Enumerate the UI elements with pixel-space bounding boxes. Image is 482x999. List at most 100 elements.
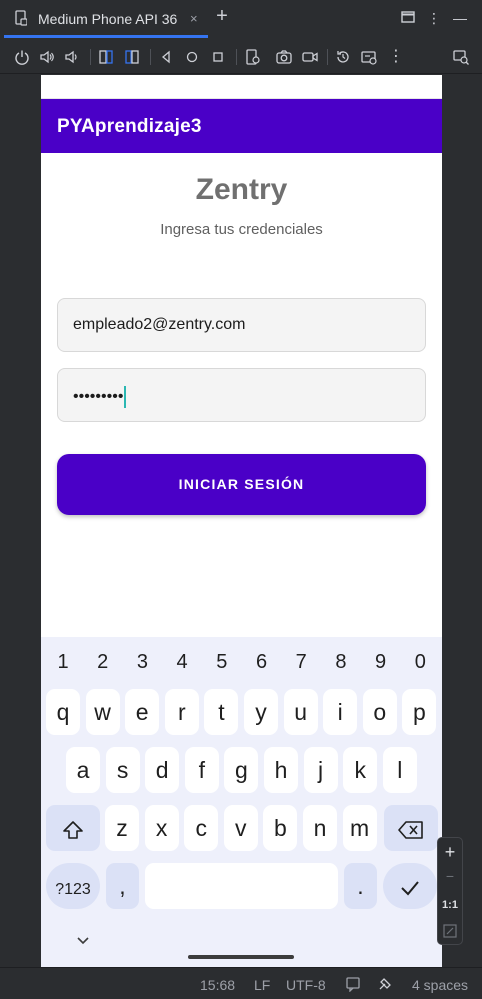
letter-key[interactable]: e [125,689,160,735]
symbols-key[interactable]: ?123 [46,863,100,909]
letter-key[interactable]: g [224,747,259,793]
number-key[interactable]: 6 [247,651,277,674]
tab-label: Medium Phone API 36 [38,11,178,27]
zoom-out-button[interactable]: − [438,868,462,884]
symbols-key-label: ?123 [55,881,91,898]
letter-key[interactable]: y [244,689,278,735]
letter-key[interactable]: o [362,689,397,735]
readonly-toggle-icon[interactable] [345,976,361,992]
comma-key[interactable]: , [106,863,139,909]
tab-medium-phone[interactable]: Medium Phone API 36 × [4,0,208,38]
new-tab-icon[interactable]: + [214,6,230,26]
fold-icon[interactable] [244,48,262,66]
app-title: PYAprendizaje3 [57,116,202,137]
ide-tab-bar: Medium Phone API 36 × + ⋮ — [0,0,482,38]
app-bar: PYAprendizaje3 [41,99,442,153]
rotate-left-icon[interactable] [97,48,115,66]
number-key[interactable]: 8 [326,651,356,674]
login-subtitle: Ingresa tus credenciales [160,221,323,238]
letter-key[interactable]: p [402,689,437,735]
password-value-wrap: ••••••••• [73,386,127,408]
letter-key[interactable]: h [264,747,298,793]
minimize-icon[interactable]: — [452,10,468,26]
zoom-in-button[interactable]: + [438,842,462,863]
shift-key[interactable] [46,805,100,851]
volume-down-icon[interactable] [63,48,81,66]
letter-key[interactable]: v [223,805,258,851]
number-key[interactable]: 7 [286,651,316,674]
volume-up-icon[interactable] [38,48,56,66]
letter-key[interactable]: n [303,805,337,851]
ide-status-bar: 15:68 LF UTF-8 4 spaces [0,967,482,999]
file-encoding[interactable]: UTF-8 [286,977,326,993]
extended-controls-icon[interactable] [360,48,378,66]
letter-key[interactable]: r [164,689,199,735]
options-icon[interactable]: ⋮ [426,10,442,26]
letter-key[interactable]: k [343,747,378,793]
device-file-icon [15,10,27,26]
number-key[interactable]: 0 [405,651,435,674]
number-key[interactable]: 9 [366,651,396,674]
soft-keyboard: 1234567890 qwertyuiop asdfghjkl zxcvbnm … [41,637,442,967]
letter-key[interactable]: u [283,689,318,735]
backspace-key[interactable] [384,805,438,851]
password-value: ••••••••• [73,388,124,406]
active-tab-indicator [4,35,208,38]
device-mirror-icon[interactable] [452,48,470,66]
password-field[interactable]: ••••••••• [57,368,426,422]
caret-position[interactable]: 15:68 [200,977,235,993]
zoom-controls: + − 1:1 [437,837,463,945]
zoom-actual-size-button[interactable]: 1:1 [438,899,462,911]
letter-key[interactable]: m [342,805,377,851]
number-key[interactable]: 1 [48,651,78,674]
screenshot-icon[interactable] [275,48,293,66]
period-key[interactable]: . [344,863,377,909]
toolbar-separator [327,49,328,65]
phone-screen: PYAprendizaje3 Zentry Ingresa tus creden… [41,75,442,967]
letter-key[interactable]: w [85,689,120,735]
letter-key[interactable]: x [144,805,179,851]
close-icon[interactable]: × [190,11,198,26]
letter-key[interactable]: d [145,747,180,793]
email-value: empleado2@zentry.com [73,316,246,333]
zoom-fit-icon[interactable] [443,924,457,938]
letter-key[interactable]: f [184,747,219,793]
rotate-right-icon[interactable] [123,48,141,66]
overview-icon[interactable] [209,48,227,66]
indent-setting[interactable]: 4 spaces [412,977,468,993]
screen-record-icon[interactable] [301,48,319,66]
enter-key[interactable] [383,863,437,909]
letter-key[interactable]: i [323,689,358,735]
maximize-icon[interactable] [400,10,416,26]
letter-key[interactable]: t [204,689,239,735]
number-key[interactable]: 4 [167,651,197,674]
power-icon[interactable] [13,48,31,66]
status-strip [41,75,442,99]
number-key[interactable]: 2 [88,651,118,674]
login-button[interactable]: INICIAR SESIÓN [57,454,426,515]
snapshot-icon[interactable] [334,48,352,66]
toolbar-separator [236,49,237,65]
number-key[interactable]: 5 [207,651,237,674]
code-style-icon[interactable] [377,976,393,992]
gesture-nav-handle[interactable] [188,955,294,959]
back-icon[interactable] [157,48,175,66]
toolbar-separator [150,49,151,65]
chevron-down-icon[interactable] [75,933,91,949]
letter-key[interactable]: b [263,805,298,851]
letter-key[interactable]: q [46,689,80,735]
letter-key[interactable]: s [105,747,140,793]
email-field[interactable]: empleado2@zentry.com [57,298,426,352]
letter-key[interactable]: a [66,747,100,793]
more-icon[interactable]: ⋮ [387,48,405,66]
letter-key[interactable]: c [184,805,219,851]
line-ending[interactable]: LF [254,977,270,993]
text-cursor [124,386,127,408]
home-icon[interactable] [183,48,201,66]
letter-key[interactable]: l [382,747,417,793]
space-key[interactable] [145,863,338,909]
number-key[interactable]: 3 [127,651,157,674]
letter-key[interactable]: j [303,747,338,793]
brand-title: Zentry [195,173,288,206]
letter-key[interactable]: z [105,805,139,851]
